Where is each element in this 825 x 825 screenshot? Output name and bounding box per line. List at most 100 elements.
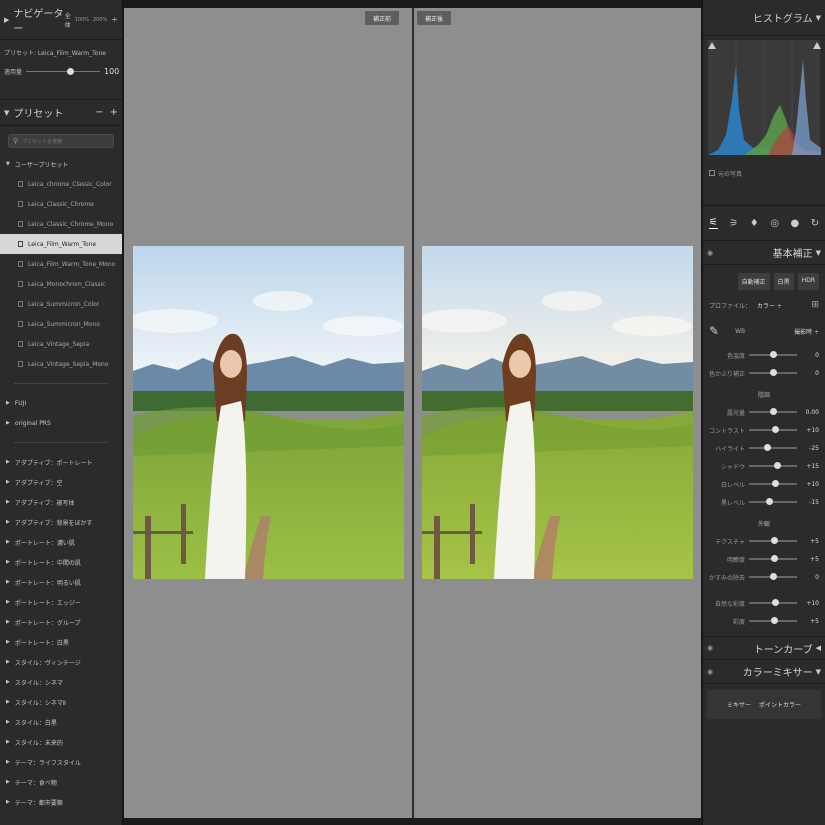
redeye-icon[interactable]: ◎ bbox=[770, 218, 779, 229]
slider-knob[interactable] bbox=[771, 537, 779, 544]
preset-group[interactable]: ▶ ポートレート：中間の肌 bbox=[0, 552, 122, 572]
slider-knob[interactable] bbox=[773, 462, 781, 469]
slider-knob[interactable] bbox=[770, 573, 777, 580]
hdr-button[interactable]: HDR bbox=[797, 273, 819, 290]
basic-header[interactable]: ◉ 基本補正 ▼ bbox=[703, 241, 825, 265]
point-color-tab[interactable]: ポイントカラー bbox=[759, 700, 801, 709]
eyedropper-icon[interactable]: ✎ bbox=[709, 324, 719, 338]
preset-item[interactable]: Leica_Film_Warm_Tone_Mono bbox=[0, 254, 122, 274]
slider-track[interactable] bbox=[749, 573, 797, 580]
color-mixer-header[interactable]: ◉ カラーミキサー ▼ bbox=[703, 660, 825, 684]
preset-group[interactable]: ▶ ポートレート：グループ bbox=[0, 612, 122, 632]
after-photo[interactable] bbox=[422, 246, 693, 579]
slider-track[interactable] bbox=[749, 444, 797, 451]
preset-item[interactable]: Leica_Summicron_Color bbox=[0, 294, 122, 314]
preset-search-input[interactable]: ⚲ プリセットを検索 bbox=[8, 134, 114, 148]
preset-group[interactable]: ▶ アダプティブ：背景をぼかす bbox=[0, 512, 122, 532]
preset-group[interactable]: ▶ ポートレート：白黒 bbox=[0, 632, 122, 652]
slider-knob[interactable] bbox=[766, 498, 774, 505]
remove-preset-button[interactable]: − bbox=[95, 107, 103, 118]
preset-item[interactable]: Leica_Film_Warm_Tone bbox=[0, 234, 122, 254]
slider-value[interactable]: 0 bbox=[815, 574, 819, 581]
preset-group[interactable]: ▶ スタイル：白黒 bbox=[0, 712, 122, 732]
preset-group[interactable]: ▶ スタイル：ヴィンテージ bbox=[0, 652, 122, 672]
collapse-triangle-icon[interactable]: ▼ bbox=[4, 109, 9, 117]
sliders-icon[interactable]: ⚟ bbox=[708, 217, 718, 229]
preset-group[interactable]: ▶ スタイル：シネマⅡ bbox=[0, 692, 122, 712]
slider-track[interactable] bbox=[749, 617, 797, 624]
reset-icon[interactable]: ↻ bbox=[811, 218, 819, 229]
slider-knob[interactable] bbox=[764, 444, 772, 451]
expand-triangle-icon[interactable]: ▶ bbox=[4, 16, 9, 24]
before-photo[interactable] bbox=[133, 246, 404, 579]
checkbox[interactable] bbox=[709, 170, 715, 176]
slider-value[interactable]: +5 bbox=[810, 538, 819, 545]
slider-track[interactable] bbox=[749, 408, 797, 415]
auto-button[interactable]: 自動補正 bbox=[737, 273, 770, 290]
zoom-dropdown-icon[interactable]: ÷ bbox=[111, 15, 118, 24]
slider-track[interactable] bbox=[749, 351, 797, 358]
slider-value[interactable]: -15 bbox=[809, 499, 819, 506]
preset-group[interactable]: ▶ テーマ：ライフスタイル bbox=[0, 752, 122, 772]
slider-track[interactable] bbox=[749, 555, 797, 562]
transform-icon[interactable]: ⚞ bbox=[729, 218, 738, 229]
slider-value[interactable]: 0 bbox=[815, 352, 819, 359]
add-preset-button[interactable]: + bbox=[110, 107, 118, 118]
slider-value[interactable]: -25 bbox=[809, 445, 819, 452]
slider-knob[interactable] bbox=[771, 617, 779, 624]
preset-item[interactable]: Leica_Classic_Chrome_Mono bbox=[0, 214, 122, 234]
slider-track[interactable] bbox=[749, 498, 797, 505]
collapse-triangle-icon[interactable]: ▼ bbox=[816, 249, 821, 257]
zoom-fit[interactable]: 全体 bbox=[65, 11, 71, 29]
preset-group-user[interactable]: ▼ ユーザープリセット bbox=[0, 154, 122, 174]
preset-group[interactable]: ▶ テーマ：食べ物 bbox=[0, 772, 122, 792]
visibility-icon[interactable]: ◉ bbox=[707, 668, 713, 676]
preset-group[interactable]: ▶ アダプティブ：空 bbox=[0, 472, 122, 492]
collapse-triangle-icon[interactable]: ▼ bbox=[816, 668, 821, 676]
visibility-icon[interactable]: ◉ bbox=[707, 644, 713, 652]
preset-item[interactable]: Leica_Summicron_Mono bbox=[0, 314, 122, 334]
preset-group[interactable]: ▶ アダプティブ：ポートレート bbox=[0, 452, 122, 472]
preset-group[interactable]: ▶ テーマ：都市要築 bbox=[0, 792, 122, 812]
preset-item[interactable]: Leica_Monochrom_Classic bbox=[0, 274, 122, 294]
preset-group[interactable]: ▶ ポートレート：エッジー bbox=[0, 592, 122, 612]
presets-header[interactable]: ▼ プリセット − + bbox=[0, 100, 122, 126]
slider-knob[interactable] bbox=[770, 351, 777, 358]
preset-group[interactable]: ▶ アダプティブ：被写体 bbox=[0, 492, 122, 512]
amount-slider[interactable] bbox=[26, 68, 100, 75]
expand-triangle-icon[interactable]: ◀ bbox=[816, 644, 821, 652]
slider-track[interactable] bbox=[749, 480, 797, 487]
preset-item[interactable]: Leica_Vintage_Sepia bbox=[0, 334, 122, 354]
slider-value[interactable]: 0.00 bbox=[806, 409, 819, 416]
tone-curve-header[interactable]: ◉ トーンカーブ ◀ bbox=[703, 636, 825, 660]
profile-row[interactable]: プロファイル： カラー ÷ ⊞ bbox=[703, 294, 825, 316]
zoom-100[interactable]: 100% bbox=[75, 17, 89, 23]
wb-value[interactable]: 撮影時 ÷ bbox=[794, 327, 819, 336]
slider-knob[interactable] bbox=[771, 555, 779, 562]
slider-value[interactable]: +10 bbox=[806, 600, 819, 607]
amount-slider-knob[interactable] bbox=[66, 68, 74, 75]
mask-icon[interactable]: ● bbox=[791, 218, 800, 229]
before-tab[interactable]: 補正前 bbox=[365, 11, 400, 25]
slider-value[interactable]: +5 bbox=[810, 556, 819, 563]
slider-knob[interactable] bbox=[772, 426, 780, 433]
slider-value[interactable]: +10 bbox=[806, 481, 819, 488]
slider-track[interactable] bbox=[749, 369, 797, 376]
slider-knob[interactable] bbox=[772, 599, 780, 606]
preset-item[interactable]: Leica_chrome_Classic_Color bbox=[0, 174, 122, 194]
slider-track[interactable] bbox=[749, 462, 797, 469]
slider-track[interactable] bbox=[749, 599, 797, 606]
preset-item[interactable]: Leica_Vintage_Sepia_Mono bbox=[0, 354, 122, 374]
preset-group[interactable]: ▶ ポートレート：濃い肌 bbox=[0, 532, 122, 552]
profile-value[interactable]: カラー ÷ bbox=[757, 301, 782, 310]
slider-value[interactable]: 0 bbox=[815, 370, 819, 377]
slider-value[interactable]: +5 bbox=[810, 618, 819, 625]
visibility-icon[interactable]: ◉ bbox=[707, 249, 713, 257]
zoom-200[interactable]: 200% bbox=[93, 17, 107, 23]
bw-button[interactable]: 白黒 bbox=[773, 273, 794, 290]
slider-value[interactable]: +10 bbox=[806, 427, 819, 434]
slider-track[interactable] bbox=[749, 537, 797, 544]
preset-group[interactable]: ▶ スタイル：シネマ bbox=[0, 672, 122, 692]
slider-track[interactable] bbox=[749, 426, 797, 433]
collapse-triangle-icon[interactable]: ▼ bbox=[816, 14, 821, 22]
